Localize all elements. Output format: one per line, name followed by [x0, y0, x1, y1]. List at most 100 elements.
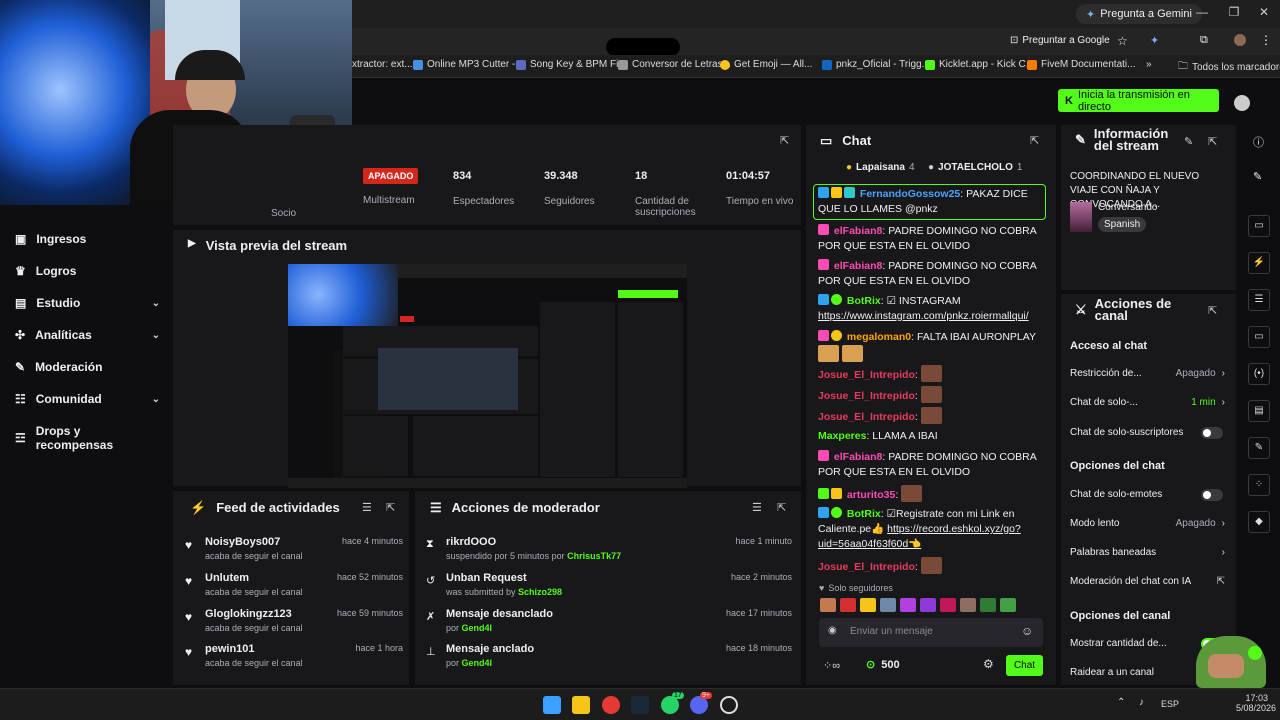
- popout-icon[interactable]: ⇱: [386, 501, 395, 514]
- info-icon[interactable]: ⓘ: [1253, 134, 1264, 150]
- lightning-icon[interactable]: ⚡: [1248, 252, 1270, 274]
- stack-icon[interactable]: ▤: [1248, 400, 1270, 422]
- bookmark-item[interactable]: Get Emoji — All...: [720, 59, 812, 70]
- emote[interactable]: [960, 598, 976, 612]
- language-indicator[interactable]: ESP: [1161, 699, 1179, 709]
- star-icon[interactable]: ☆: [1117, 34, 1128, 48]
- coin-icon: ●: [928, 162, 935, 173]
- bookmark-item[interactable]: Kicklet.app - Kick C...: [925, 59, 1034, 70]
- extensions-icon[interactable]: ⧉: [1200, 34, 1208, 47]
- sidebar-item-analiticas[interactable]: ✣ Analíticas ⌄: [15, 328, 160, 342]
- menu-icon[interactable]: ⋮: [1260, 33, 1272, 47]
- stream-preview-video[interactable]: [288, 264, 687, 488]
- list-icon[interactable]: ☰: [1248, 289, 1270, 311]
- more-bookmarks-icon[interactable]: »: [1146, 59, 1152, 70]
- bookmark-item[interactable]: pnkz_Oficial - Trigg...: [822, 59, 930, 70]
- community-icon[interactable]: ⁘: [1248, 474, 1270, 496]
- popout-icon[interactable]: ⇱: [1208, 135, 1217, 148]
- bookmark-item[interactable]: xtractor: ext...: [352, 59, 413, 70]
- sidebar-item-drops[interactable]: ☲ Drops y recompensas: [15, 424, 160, 452]
- viewers-stat: 834 Espectadores: [453, 170, 515, 207]
- edit-icon[interactable]: ✎: [1184, 135, 1193, 148]
- shield-icon: ◉: [828, 625, 837, 636]
- popout-icon[interactable]: ⇱: [780, 134, 789, 147]
- sidebar-item-estudio[interactable]: ▤ Estudio ⌄: [15, 296, 160, 310]
- crown-badge-icon: [831, 187, 842, 198]
- subs-only-toggle[interactable]: [1201, 427, 1223, 439]
- slow-mode-setting[interactable]: Modo lento Apagado ›: [1070, 518, 1225, 529]
- notification-badge: 17: [672, 692, 684, 699]
- chat-link[interactable]: https://www.instagram.com/pnkz.roiermall…: [818, 310, 1029, 322]
- bookmark-item[interactable]: FiveM Documentati...: [1027, 59, 1135, 70]
- file-explorer-icon[interactable]: [572, 696, 590, 714]
- chat-input[interactable]: ◉ Enviar un mensaje ☺: [819, 618, 1043, 647]
- sidebar-item-comunidad[interactable]: ☷ Comunidad ⌄: [15, 392, 160, 406]
- sidebar-item-moderacion[interactable]: ✎ Moderación: [15, 360, 160, 374]
- emote[interactable]: [920, 598, 936, 612]
- emote[interactable]: [900, 598, 916, 612]
- popout-icon[interactable]: ⇱: [1208, 304, 1217, 317]
- bookmark-icon: [618, 59, 628, 70]
- emote[interactable]: [1000, 598, 1016, 612]
- bookmark-item[interactable]: Conversor de Letras...: [618, 59, 731, 70]
- user-avatar[interactable]: [1234, 95, 1250, 111]
- emote[interactable]: [820, 598, 836, 612]
- gemini-ext-icon[interactable]: ✦: [1150, 34, 1159, 47]
- all-bookmarks[interactable]: 🗀Todos los marcadores: [1178, 59, 1280, 76]
- emotes-only-toggle[interactable]: [1201, 489, 1223, 501]
- send-chat-button[interactable]: Chat: [1006, 655, 1043, 676]
- sub-badge-icon: [818, 259, 829, 270]
- chrome-icon[interactable]: [602, 696, 620, 714]
- drops-icon[interactable]: ◆: [1248, 511, 1270, 533]
- chevron-right-icon: ›: [1221, 397, 1225, 408]
- edit-icon[interactable]: ✎: [1253, 170, 1262, 183]
- partner-label: Socio: [271, 208, 297, 219]
- solo-chat-setting[interactable]: Chat de solo-... 1 min ›: [1070, 397, 1225, 408]
- popout-icon[interactable]: ⇱: [1030, 134, 1039, 147]
- close-button[interactable]: ✕: [1254, 5, 1274, 19]
- trophy-icon: ♛: [15, 264, 26, 278]
- filter-icon[interactable]: ☰: [752, 501, 762, 514]
- tray-chevron-icon[interactable]: ⌃: [1117, 697, 1125, 708]
- list-icon: ☰: [430, 500, 442, 515]
- gemini-button[interactable]: ✦ Pregunta a Gemini: [1076, 4, 1202, 24]
- chat-restriction-setting[interactable]: Restricción de... Apagado ›: [1070, 368, 1225, 379]
- broadcast-icon[interactable]: (•): [1248, 363, 1270, 385]
- clock[interactable]: 17:03 5/08/2026: [1236, 693, 1276, 713]
- rank-badge-icon: [831, 488, 842, 499]
- wrench-icon[interactable]: ✎: [1248, 437, 1270, 459]
- chat-message: arturito35:: [818, 485, 1048, 503]
- emote[interactable]: [980, 598, 996, 612]
- emote: [841, 345, 863, 362]
- app-icon[interactable]: [720, 696, 738, 714]
- emoji-icon[interactable]: ☺: [1021, 624, 1033, 638]
- bookmark-item[interactable]: Song Key & BPM Fi...: [516, 59, 627, 70]
- studio-icon: ▤: [15, 296, 27, 310]
- emote[interactable]: [880, 598, 896, 612]
- infinity-icon[interactable]: ⁘∞: [823, 659, 840, 672]
- windows-start-icon[interactable]: [543, 696, 561, 714]
- mic-icon[interactable]: ♪: [1139, 697, 1144, 708]
- panel-icon[interactable]: ▭: [1248, 215, 1270, 237]
- channel-points[interactable]: ⊙ 500: [866, 658, 900, 672]
- ai-moderation-setting[interactable]: Moderación del chat con IA ⇱: [1070, 576, 1225, 587]
- filter-icon[interactable]: ☰: [362, 501, 372, 514]
- emote[interactable]: [940, 598, 956, 612]
- unpin-icon: ✗: [426, 611, 436, 623]
- maximize-button[interactable]: ❐: [1224, 5, 1244, 19]
- popout-icon[interactable]: ⇱: [777, 501, 786, 514]
- bookmark-item[interactable]: Online MP3 Cutter -...: [413, 59, 524, 70]
- chat-icon[interactable]: ▭: [1248, 326, 1270, 348]
- minimize-button[interactable]: —: [1192, 5, 1212, 19]
- profile-avatar[interactable]: [1234, 34, 1246, 46]
- emote[interactable]: [860, 598, 876, 612]
- ask-google-button[interactable]: ⊡ Preguntar a Google: [1010, 35, 1110, 46]
- go-live-button[interactable]: K Inicia la transmisión en directo: [1058, 89, 1219, 113]
- gear-icon[interactable]: ⚙: [983, 657, 994, 671]
- unban-icon: ↺: [426, 575, 436, 587]
- steam-icon[interactable]: [631, 696, 649, 714]
- sidebar-item-ingresos[interactable]: ▣ Ingresos: [15, 232, 160, 246]
- sidebar-item-logros[interactable]: ♛ Logros: [15, 264, 160, 278]
- emote[interactable]: [840, 598, 856, 612]
- banned-words-setting[interactable]: Palabras baneadas ›: [1070, 547, 1225, 558]
